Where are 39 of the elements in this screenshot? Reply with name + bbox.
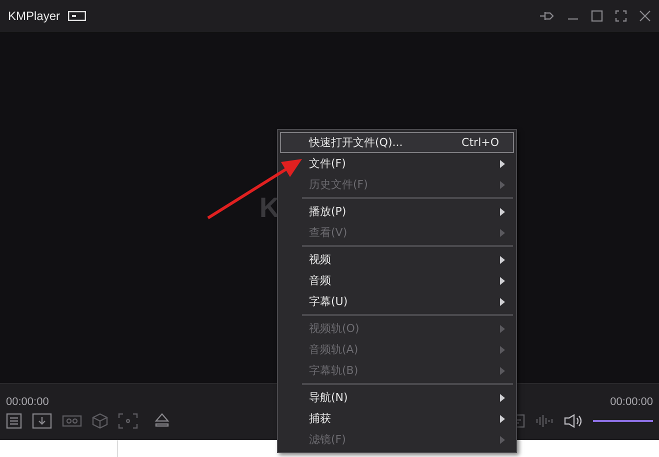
menu-item-label: 音频 bbox=[309, 273, 332, 288]
menu-item-label: 快速打开文件(Q)... bbox=[309, 135, 404, 150]
speaker-icon[interactable] bbox=[563, 412, 583, 428]
menu-item-label: 捕获 bbox=[309, 411, 332, 426]
playlist-icon[interactable] bbox=[6, 412, 22, 428]
menu-item[interactable]: 音频 bbox=[280, 270, 514, 291]
menu-item[interactable]: 字幕(U) bbox=[280, 291, 514, 312]
menu-item-label: 播放(P) bbox=[309, 204, 348, 219]
menu-item-label: 音频轨(A) bbox=[309, 342, 360, 357]
menu-item-label: 字幕(U) bbox=[309, 294, 349, 309]
menu-item-label: 导航(N) bbox=[309, 390, 349, 405]
menu-item-label: 查看(V) bbox=[309, 225, 348, 240]
menu-item-label: 滤镜(F) bbox=[309, 432, 347, 447]
vr-headset-icon[interactable] bbox=[62, 412, 82, 428]
menu-item-label: 视频 bbox=[309, 252, 332, 267]
maximize-icon[interactable] bbox=[591, 10, 603, 22]
menu-item[interactable]: 文件(F) bbox=[280, 153, 514, 174]
pin-icon[interactable] bbox=[539, 10, 555, 22]
menu-item[interactable]: 视频 bbox=[280, 249, 514, 270]
elapsed-time: 00:00:00 bbox=[6, 396, 50, 408]
eject-icon[interactable] bbox=[154, 412, 170, 428]
menu-item-label: 历史文件(F) bbox=[309, 177, 369, 192]
menu-item-label: 文件(F) bbox=[309, 156, 347, 171]
shortcut-label: Ctrl+O bbox=[462, 136, 499, 149]
download-icon[interactable] bbox=[32, 412, 52, 428]
menu-item[interactable]: 捕获 bbox=[280, 408, 514, 429]
capture-frame-icon[interactable] bbox=[118, 412, 138, 428]
total-time: 00:00:00 bbox=[610, 396, 653, 408]
small-box-icon[interactable] bbox=[68, 11, 86, 21]
menu-item-label: 视频轨(O) bbox=[309, 321, 360, 336]
close-icon[interactable] bbox=[639, 10, 651, 22]
window-title: KMPlayer bbox=[8, 9, 60, 23]
menu-item-label: 字幕轨(B) bbox=[309, 363, 360, 378]
equalizer-icon[interactable] bbox=[535, 414, 553, 428]
menu-item[interactable]: 导航(N) bbox=[280, 387, 514, 408]
menu-item[interactable]: 播放(P) bbox=[280, 201, 514, 222]
cube-icon[interactable] bbox=[92, 412, 108, 428]
menu-item[interactable]: 快速打开文件(Q)... Ctrl+O bbox=[280, 132, 514, 153]
fullscreen-icon[interactable] bbox=[615, 10, 627, 22]
